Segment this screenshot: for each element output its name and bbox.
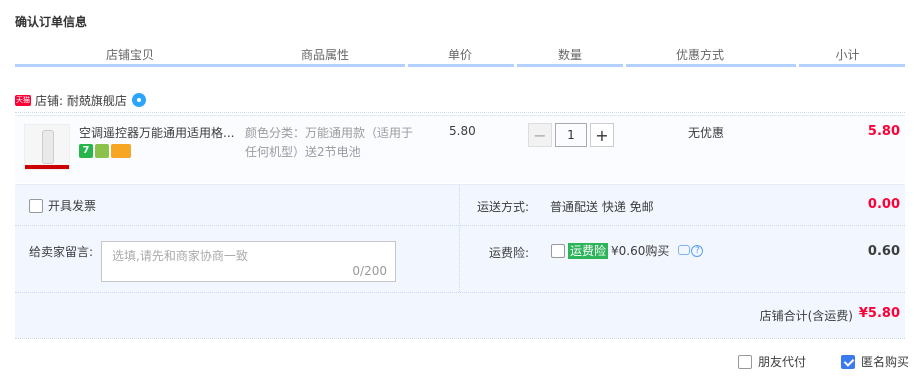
col-underline bbox=[626, 64, 796, 67]
seven-day-return-icon[interactable]: 7 bbox=[79, 144, 93, 158]
col-subtotal: 小计 bbox=[835, 48, 860, 62]
shipping-label: 运送方式: bbox=[477, 200, 530, 214]
product-thumbnail[interactable] bbox=[24, 124, 70, 170]
credit-card-icon[interactable] bbox=[111, 144, 131, 158]
tmall-icon: 天猫 bbox=[15, 94, 31, 106]
friend-pay-label: 朋友代付 bbox=[758, 355, 807, 369]
anonymous-purchase-checkbox[interactable] bbox=[841, 354, 855, 369]
page-title: 确认订单信息 bbox=[15, 15, 88, 29]
col-discount: 优惠方式 bbox=[675, 48, 724, 62]
message-placeholder: 选填,请先和商家协商一致 bbox=[112, 249, 248, 263]
unit-price: 5.80 bbox=[449, 124, 476, 138]
quantity-stepper: − 1 + bbox=[528, 123, 614, 147]
shop-total-value: ¥5.80 bbox=[858, 306, 900, 321]
col-underline bbox=[799, 64, 905, 67]
insurance-tag: 运费险 bbox=[568, 242, 609, 259]
col-underline bbox=[408, 64, 514, 67]
product-title-link[interactable]: 空调遥控器万能通用适用格... bbox=[79, 124, 239, 141]
shop-name[interactable]: 店铺: 耐兢旗舰店 bbox=[35, 92, 127, 109]
product-attribute: 颜色分类：万能通用款（适用于任何机型）送2节电池 bbox=[245, 126, 414, 159]
help-icon[interactable]: ? bbox=[691, 244, 704, 257]
col-underline bbox=[517, 64, 623, 67]
shop-header: 天猫 店铺: 耐兢旗舰店 bbox=[15, 90, 146, 110]
message-char-count: 0/200 bbox=[352, 264, 387, 278]
consumer-protection-icon[interactable] bbox=[95, 144, 109, 158]
remote-control-image bbox=[42, 130, 54, 164]
quantity-decrease-button[interactable]: − bbox=[528, 123, 552, 147]
order-item-row: 空调遥控器万能通用适用格... 7 颜色分类：万能通用款（适用于任何机型）送2节… bbox=[15, 115, 905, 183]
service-badges: 7 bbox=[79, 144, 131, 158]
shipping-fee: 0.00 bbox=[867, 197, 900, 212]
anonymous-purchase-label: 匿名购买 bbox=[861, 355, 910, 369]
shop-total-label: 店铺合计(含运费) bbox=[759, 309, 853, 323]
insurance-checkbox[interactable] bbox=[551, 243, 565, 258]
insurance-fee: 0.60 bbox=[867, 244, 900, 259]
seller-message-textarea[interactable]: 选填,请先和商家协商一致 0/200 bbox=[101, 241, 396, 282]
invoice-checkbox[interactable] bbox=[29, 198, 43, 213]
shipping-method: 普通配送 快递 免邮 bbox=[550, 200, 654, 214]
col-price: 单价 bbox=[447, 48, 472, 62]
quantity-increase-button[interactable]: + bbox=[590, 123, 614, 147]
col-underline bbox=[15, 64, 405, 67]
quantity-input[interactable]: 1 bbox=[555, 123, 587, 147]
col-quantity: 数量 bbox=[557, 48, 582, 62]
item-subtotal: 5.80 bbox=[867, 124, 900, 139]
divider bbox=[15, 112, 905, 113]
insurance-label: 运费险: bbox=[489, 246, 530, 260]
insurance-price: ¥0.60购买 bbox=[611, 244, 670, 258]
invoice-label: 开具发票 bbox=[48, 199, 97, 213]
order-options-panel: 开具发票 给卖家留言: 选填,请先和商家协商一致 0/200 运送方式: 普通配… bbox=[15, 184, 905, 338]
col-shop-item: 店铺宝贝 bbox=[105, 48, 154, 62]
insurance-option: 运费险 ¥0.60购买 ? bbox=[551, 242, 704, 259]
friend-pay-checkbox[interactable] bbox=[738, 354, 752, 369]
divider bbox=[15, 338, 905, 339]
wangwang-chat-icon[interactable] bbox=[131, 93, 146, 107]
friend-pay-option[interactable]: 朋友代付 bbox=[738, 353, 806, 370]
chat-icon[interactable] bbox=[678, 244, 691, 255]
col-attributes: 商品属性 bbox=[300, 48, 349, 62]
invoice-option[interactable]: 开具发票 bbox=[29, 197, 96, 214]
message-label: 给卖家留言: bbox=[29, 245, 94, 259]
discount-method: 无优惠 bbox=[688, 126, 725, 140]
anonymous-purchase-option[interactable]: 匿名购买 bbox=[841, 353, 909, 370]
